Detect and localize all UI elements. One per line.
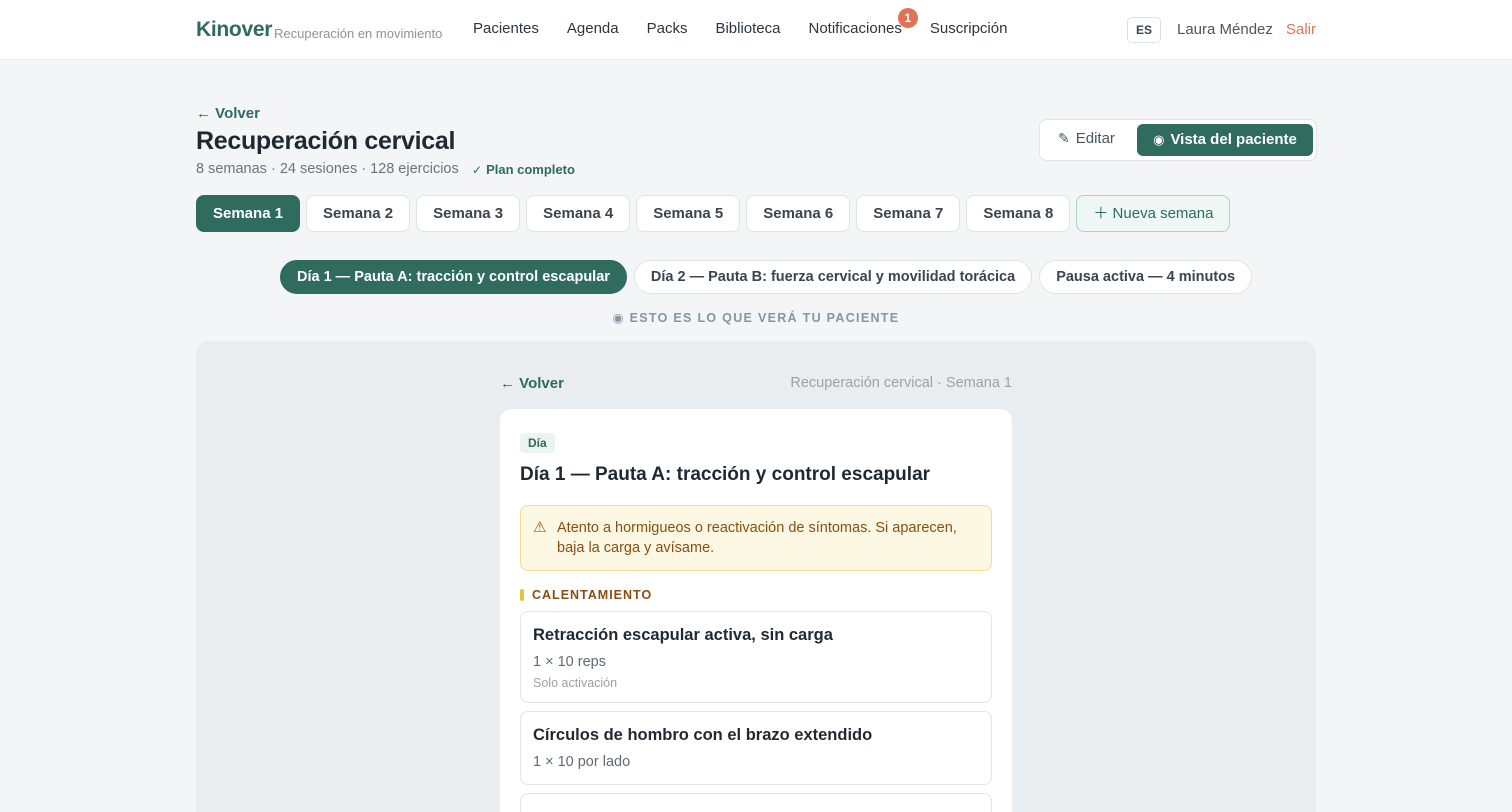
- exercise-name: Círculos de hombro con el brazo extendid…: [533, 726, 873, 744]
- exercise-note: Solo activación: [533, 676, 618, 690]
- language-selector[interactable]: ES: [1127, 17, 1161, 43]
- breadcrumb: Recuperación cervical · Semana 1: [790, 375, 1012, 391]
- tab-pausa-activa[interactable]: Pausa activa — 4 minutos: [1039, 260, 1253, 294]
- warning-icon: ⚠: [533, 519, 547, 536]
- edit-label: Editar: [1075, 130, 1115, 147]
- exercise-card[interactable]: Retracción escapular activa, sin carga 1…: [520, 611, 992, 703]
- main-nav: Pacientes Agenda Packs Biblioteca Notifi…: [473, 8, 1035, 37]
- day-tabs: Día 1 — Pauta A: tracción y control esca…: [280, 260, 1259, 294]
- warning-box: ⚠ Atento a hormigueos o reactivación de …: [520, 505, 992, 571]
- user-name[interactable]: Laura Méndez: [1177, 21, 1273, 38]
- exercise-card[interactable]: [520, 793, 992, 812]
- brand-tagline: Recuperación en movimiento: [274, 26, 443, 41]
- status-label: Plan completo: [486, 162, 575, 177]
- preview-back-label: Volver: [519, 375, 564, 392]
- tab-semana-2[interactable]: Semana 2: [306, 195, 411, 232]
- edit-button[interactable]: ✎ Editar: [1058, 130, 1115, 147]
- tab-dia-2[interactable]: Día 2 — Pauta B: fuerza cervical y movil…: [633, 260, 1033, 294]
- notification-badge: 1: [897, 8, 918, 28]
- arrow-left-icon: ←: [500, 375, 520, 392]
- exercise-name: Retracción escapular activa, sin carga: [533, 626, 833, 644]
- arrow-left-icon: ←: [196, 105, 216, 122]
- plan-meta: 8 semanas · 24 sesiones · 128 ejercicios: [196, 161, 459, 177]
- plus-icon: ＋: [1093, 205, 1113, 222]
- eye-icon: ◉: [1153, 132, 1165, 147]
- tab-semana-3[interactable]: Semana 3: [416, 195, 521, 232]
- new-week-label: Nueva semana: [1112, 205, 1214, 222]
- tab-dia-1[interactable]: Día 1 — Pauta A: tracción y control esca…: [280, 260, 627, 294]
- pencil-icon: ✎: [1058, 130, 1070, 146]
- nav-agenda[interactable]: Agenda: [567, 20, 619, 37]
- tab-semana-7[interactable]: Semana 7: [856, 195, 961, 232]
- warning-text: Atento a hormigueos o reactivación de sí…: [557, 520, 957, 556]
- patient-preview-panel: ← Volver Recuperación cervical · Semana …: [196, 341, 1316, 812]
- check-icon: ✓: [472, 163, 483, 177]
- page-title: Recuperación cervical: [196, 127, 456, 155]
- nav-packs[interactable]: Packs: [647, 20, 688, 37]
- patient-view-label: Vista del paciente: [1170, 131, 1297, 148]
- preview-back-link[interactable]: ← Volver: [500, 375, 564, 392]
- exercise-dose: 1 × 10 por lado: [533, 754, 631, 770]
- session-card: Día Día 1 — Pauta A: tracción y control …: [500, 409, 1012, 812]
- status-badge: ✓ Plan completo: [472, 162, 575, 177]
- section-heading: CALENTAMIENTO: [520, 588, 652, 602]
- back-label: Volver: [215, 105, 260, 122]
- preview-note-label: ESTO ES LO QUE VERÁ TU PACIENTE: [629, 311, 900, 325]
- day-tag: Día: [520, 433, 555, 453]
- brand-logo[interactable]: Kinover: [196, 18, 272, 42]
- week-tabs: Semana 1 Semana 2 Semana 3 Semana 4 Sema…: [196, 195, 1236, 232]
- header-actions: ✎ Editar ◉ Vista del paciente: [1039, 119, 1317, 161]
- session-title: Día 1 — Pauta A: tracción y control esca…: [520, 464, 931, 485]
- nav-biblioteca[interactable]: Biblioteca: [715, 20, 780, 37]
- nav-pacientes[interactable]: Pacientes: [473, 20, 539, 37]
- tab-semana-6[interactable]: Semana 6: [746, 195, 851, 232]
- nav-notificaciones-label: Notificaciones: [808, 20, 902, 37]
- nav-suscripcion[interactable]: Suscripción: [930, 20, 1008, 37]
- patient-view-button[interactable]: ◉ Vista del paciente: [1137, 124, 1313, 156]
- tab-semana-5[interactable]: Semana 5: [636, 195, 741, 232]
- new-week-button[interactable]: ＋ Nueva semana: [1076, 195, 1231, 232]
- exercise-card[interactable]: Círculos de hombro con el brazo extendid…: [520, 711, 992, 785]
- nav-notificaciones[interactable]: Notificaciones 1: [808, 8, 918, 37]
- tab-semana-4[interactable]: Semana 4: [526, 195, 631, 232]
- tab-semana-1[interactable]: Semana 1: [196, 195, 301, 232]
- top-bar: Kinover Recuperación en movimiento Pacie…: [0, 0, 1512, 60]
- logout-link[interactable]: Salir: [1286, 21, 1316, 38]
- tab-semana-8[interactable]: Semana 8: [966, 195, 1071, 232]
- exercise-dose: 1 × 10 reps: [533, 654, 606, 670]
- preview-note: ◉ ESTO ES LO QUE VERÁ TU PACIENTE: [0, 310, 1512, 325]
- back-link[interactable]: ← Volver: [196, 105, 260, 122]
- eye-icon: ◉: [612, 311, 630, 325]
